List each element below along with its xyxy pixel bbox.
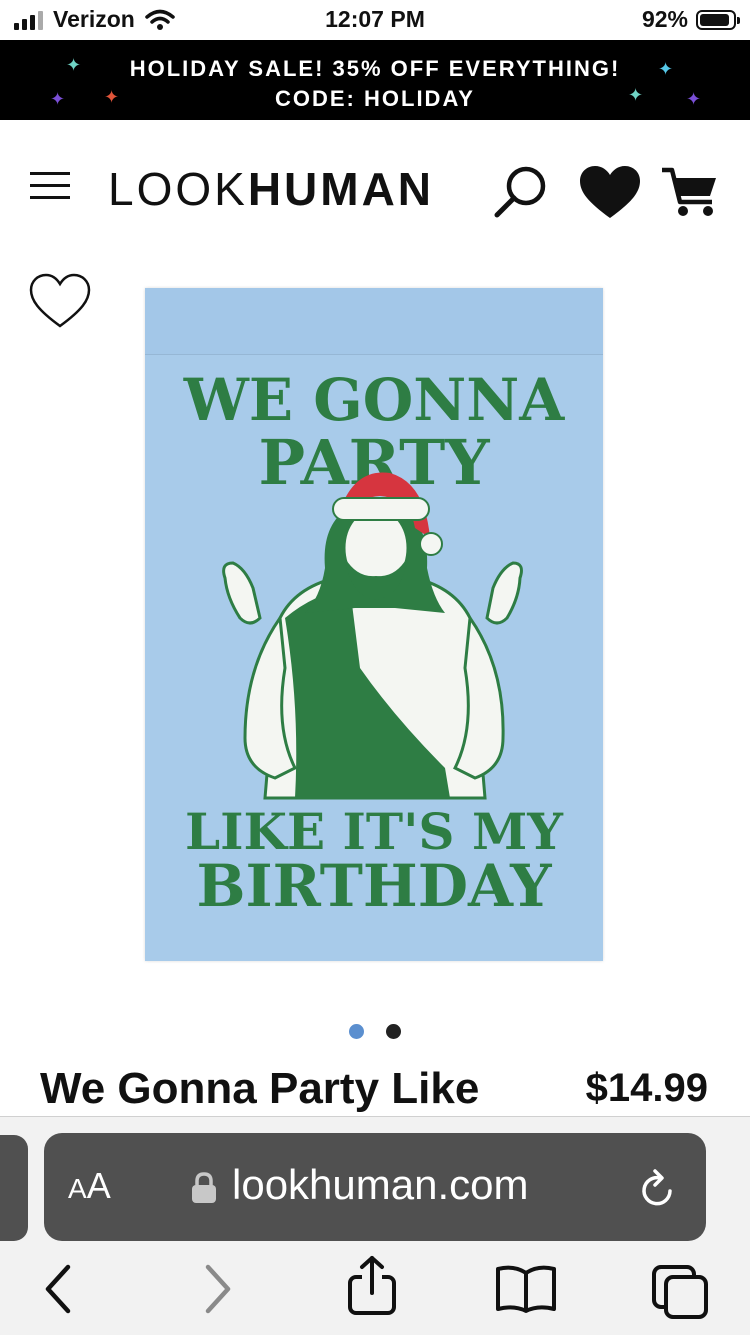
carousel-dot-1[interactable] [349, 1024, 364, 1039]
url-text: lookhuman.com [232, 1161, 529, 1208]
logo-bold: HUMAN [247, 163, 435, 215]
aa-small: A [68, 1173, 87, 1204]
site-logo[interactable]: LOOKHUMAN [108, 162, 434, 216]
status-bar: Verizon 12:07 PM 92% [0, 0, 750, 40]
logo-light: LOOK [108, 163, 248, 215]
tabs-icon[interactable] [650, 1263, 712, 1321]
product-price: $14.99 [585, 1066, 708, 1110]
carousel-dots [0, 1024, 750, 1039]
jesus-illustration [222, 472, 523, 800]
product-image[interactable]: WE GONNA PARTY LIKE IT'S MY BIRTHDAY [145, 288, 603, 961]
cart-icon[interactable] [660, 166, 720, 218]
flag-hem [145, 288, 603, 355]
image-text-bottom-2: BIRTHDAY [196, 852, 552, 920]
lock-icon [192, 1172, 216, 1203]
address-bar[interactable]: AA lookhuman.com [44, 1133, 706, 1241]
browser-toolbar: AA lookhuman.com [0, 1116, 750, 1335]
forward-icon[interactable] [200, 1263, 236, 1315]
clock: 12:07 PM [325, 6, 425, 32]
battery-icon [696, 9, 740, 30]
share-icon[interactable] [344, 1255, 400, 1317]
status-right: 92% [641, 6, 740, 33]
menu-icon[interactable] [30, 168, 70, 200]
favorite-heart-icon[interactable] [28, 272, 92, 330]
battery-percent: 92% [641, 6, 688, 32]
browser-nav-row [0, 1255, 750, 1325]
carousel-dot-2[interactable] [386, 1024, 401, 1039]
aa-large: A [86, 1165, 111, 1206]
reload-icon[interactable] [638, 1167, 678, 1209]
back-icon[interactable] [40, 1263, 76, 1315]
site-header: LOOKHUMAN [0, 120, 750, 250]
reader-aa-button[interactable]: AA [68, 1165, 111, 1207]
heart-icon[interactable] [578, 164, 642, 220]
image-text-top-1: WE GONNA [183, 366, 565, 434]
bookmarks-icon[interactable] [494, 1263, 558, 1315]
product-title: We Gonna Party Like [40, 1064, 480, 1113]
promo-line-1: HOLIDAY SALE! 35% OFF EVERYTHING! [129, 56, 621, 81]
search-icon[interactable] [492, 162, 552, 222]
promo-banner[interactable]: ✦ ✦ ✦ ✦ ✦ ✦ HOLIDAY SALE! 35% OFF EVERYT… [0, 40, 750, 120]
promo-line-2: CODE: HOLIDAY [275, 86, 475, 111]
previous-tab-peek[interactable] [0, 1135, 28, 1241]
